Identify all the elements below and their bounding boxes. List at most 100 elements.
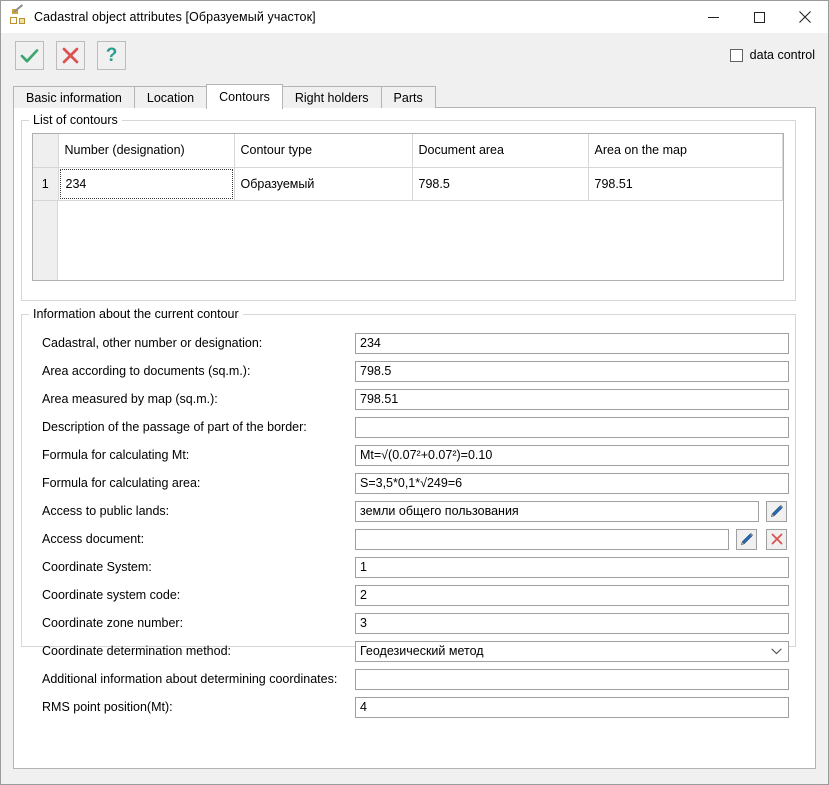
tab-right-holders[interactable]: Right holders [281, 86, 382, 108]
cell-contour-type[interactable]: Образуемый [234, 167, 413, 201]
form-row-public-lands: Access to public lands: земли общего пол… [21, 497, 796, 525]
cell-editor[interactable]: 234 [59, 168, 233, 199]
input-coordinate-zone-number[interactable]: 3 [355, 612, 789, 634]
input-area-map[interactable]: 798.51 [355, 388, 789, 410]
help-button[interactable]: ? [97, 41, 126, 70]
select-value: Геодезический метод [360, 644, 484, 658]
form-row-formula-mt: Formula for calculating Mt: Mt=√(0.07²+0… [21, 441, 796, 469]
tab-bar: Basic information Location Contours Righ… [13, 84, 436, 109]
form-row-coordinate-system-code: Coordinate system code: 2 [21, 581, 796, 609]
cell-area-on-map[interactable]: 798.51 [588, 167, 783, 201]
window-title: Cadastral object attributes [Образуемый … [34, 10, 316, 24]
label-determination-method: Coordinate determination method: [42, 644, 232, 658]
edit-access-document-button[interactable] [736, 528, 757, 550]
checkbox-box[interactable] [729, 48, 743, 62]
label-additional-information: Additional information about determining… [42, 672, 338, 686]
input-coordinate-system[interactable]: 1 [355, 556, 789, 578]
table-header-row: Number (designation) Contour type Docume… [33, 134, 783, 168]
minimize-button[interactable] [690, 1, 736, 33]
help-question-icon: ? [105, 45, 118, 66]
contours-table[interactable]: Number (designation) Contour type Docume… [32, 133, 784, 281]
form-row-formula-area: Formula for calculating area: S=3,5*0,1*… [21, 469, 796, 497]
table-body-filler [58, 201, 783, 281]
edit-public-lands-button[interactable] [766, 500, 787, 522]
pencil-icon [771, 504, 783, 517]
input-formula-mt[interactable]: Mt=√(0.07²+0.07²)=0.10 [355, 444, 789, 466]
label-formula-area: Formula for calculating area: [42, 476, 201, 490]
input-additional-information[interactable] [355, 668, 789, 690]
form-row-determination-method: Coordinate determination method: Геодези… [21, 637, 796, 665]
label-coordinate-zone-number: Coordinate zone number: [42, 616, 184, 630]
form-row-rms-point-position: RMS point position(Mt): 4 [21, 693, 796, 721]
title-bar: Cadastral object attributes [Образуемый … [1, 1, 828, 33]
close-button[interactable] [782, 1, 828, 33]
current-contour-info-legend: Information about the current contour [29, 307, 243, 321]
chevron-down-icon[interactable] [771, 644, 782, 658]
input-border-description[interactable] [355, 416, 789, 438]
tab-parts[interactable]: Parts [380, 86, 436, 108]
current-contour-info-group: Information about the current contour Ca… [21, 307, 796, 718]
input-public-lands[interactable]: земли общего пользования [355, 500, 759, 522]
input-access-document[interactable] [355, 528, 729, 550]
label-coordinate-system-code: Coordinate system code: [42, 588, 181, 602]
ok-check-icon [20, 48, 39, 63]
tab-label: Contours [219, 90, 270, 104]
cancel-cross-icon [62, 47, 79, 64]
label-area-map: Area measured by map (sq.m.): [42, 392, 218, 406]
cadastral-app-icon [10, 4, 26, 25]
data-control-label: data control [749, 48, 815, 62]
delete-cross-icon [771, 533, 782, 545]
close-icon [799, 11, 811, 23]
tab-location[interactable]: Location [133, 86, 208, 108]
cell-number[interactable]: 234 [58, 167, 235, 201]
label-area-documents: Area according to documents (sq.m.): [42, 364, 251, 378]
label-coordinate-system: Coordinate System: [42, 560, 152, 574]
tab-label: Right holders [294, 90, 369, 105]
delete-access-document-button[interactable] [766, 528, 787, 550]
cancel-button[interactable] [56, 41, 85, 70]
pencil-icon [741, 532, 753, 545]
table-rowheader-filler [33, 200, 58, 280]
label-public-lands: Access to public lands: [42, 504, 170, 518]
column-header-area-on-map[interactable]: Area on the map [588, 134, 783, 168]
select-determination-method[interactable]: Геодезический метод [355, 640, 789, 662]
maximize-icon [753, 11, 765, 23]
input-rms-point-position[interactable]: 4 [355, 696, 789, 718]
tab-contours[interactable]: Contours [206, 84, 283, 109]
column-header-contour-type[interactable]: Contour type [234, 134, 413, 168]
column-header-document-area[interactable]: Document area [412, 134, 589, 168]
window-controls [690, 1, 828, 33]
input-area-documents[interactable]: 798.5 [355, 360, 789, 382]
tab-label: Basic information [26, 90, 122, 105]
form-row-additional-information: Additional information about determining… [21, 665, 796, 693]
form-row-coordinate-system: Coordinate System: 1 [21, 553, 796, 581]
toolbar: ? data control [1, 33, 828, 77]
label-access-document: Access document: [42, 532, 145, 546]
tab-basic-information[interactable]: Basic information [13, 86, 135, 108]
form-row-area-map: Area measured by map (sq.m.): 798.51 [21, 385, 796, 413]
input-formula-area[interactable]: S=3,5*0,1*√249=6 [355, 472, 789, 494]
contour-form: Cadastral, other number or designation: … [21, 329, 796, 721]
tab-label: Parts [393, 90, 423, 105]
row-index: 1 [33, 167, 59, 201]
cell-document-area[interactable]: 798.5 [412, 167, 589, 201]
label-formula-mt: Formula for calculating Mt: [42, 448, 190, 462]
minimize-icon [707, 16, 719, 18]
data-control-checkbox[interactable]: data control [729, 48, 815, 62]
ok-button[interactable] [15, 41, 44, 70]
column-header-number[interactable]: Number (designation) [58, 134, 235, 168]
table-empty-area [33, 200, 783, 281]
label-cadastral-number: Cadastral, other number or designation: [42, 336, 263, 350]
maximize-button[interactable] [736, 1, 782, 33]
form-row-area-documents: Area according to documents (sq.m.): 798… [21, 357, 796, 385]
table-row[interactable]: 1 234 Образуемый 798.5 798.51 [33, 167, 783, 201]
label-border-description: Description of the passage of part of th… [42, 420, 307, 434]
input-cadastral-number[interactable]: 234 [355, 332, 789, 354]
form-row-coordinate-zone-number: Coordinate zone number: 3 [21, 609, 796, 637]
input-coordinate-system-code[interactable]: 2 [355, 584, 789, 606]
list-of-contours-legend: List of contours [29, 113, 122, 127]
form-row-access-document: Access document: [21, 525, 796, 553]
list-of-contours-group: List of contours Number (designation) Co… [21, 113, 796, 301]
tab-label: Location [146, 90, 195, 105]
application-window: Cadastral object attributes [Образуемый … [0, 0, 829, 785]
